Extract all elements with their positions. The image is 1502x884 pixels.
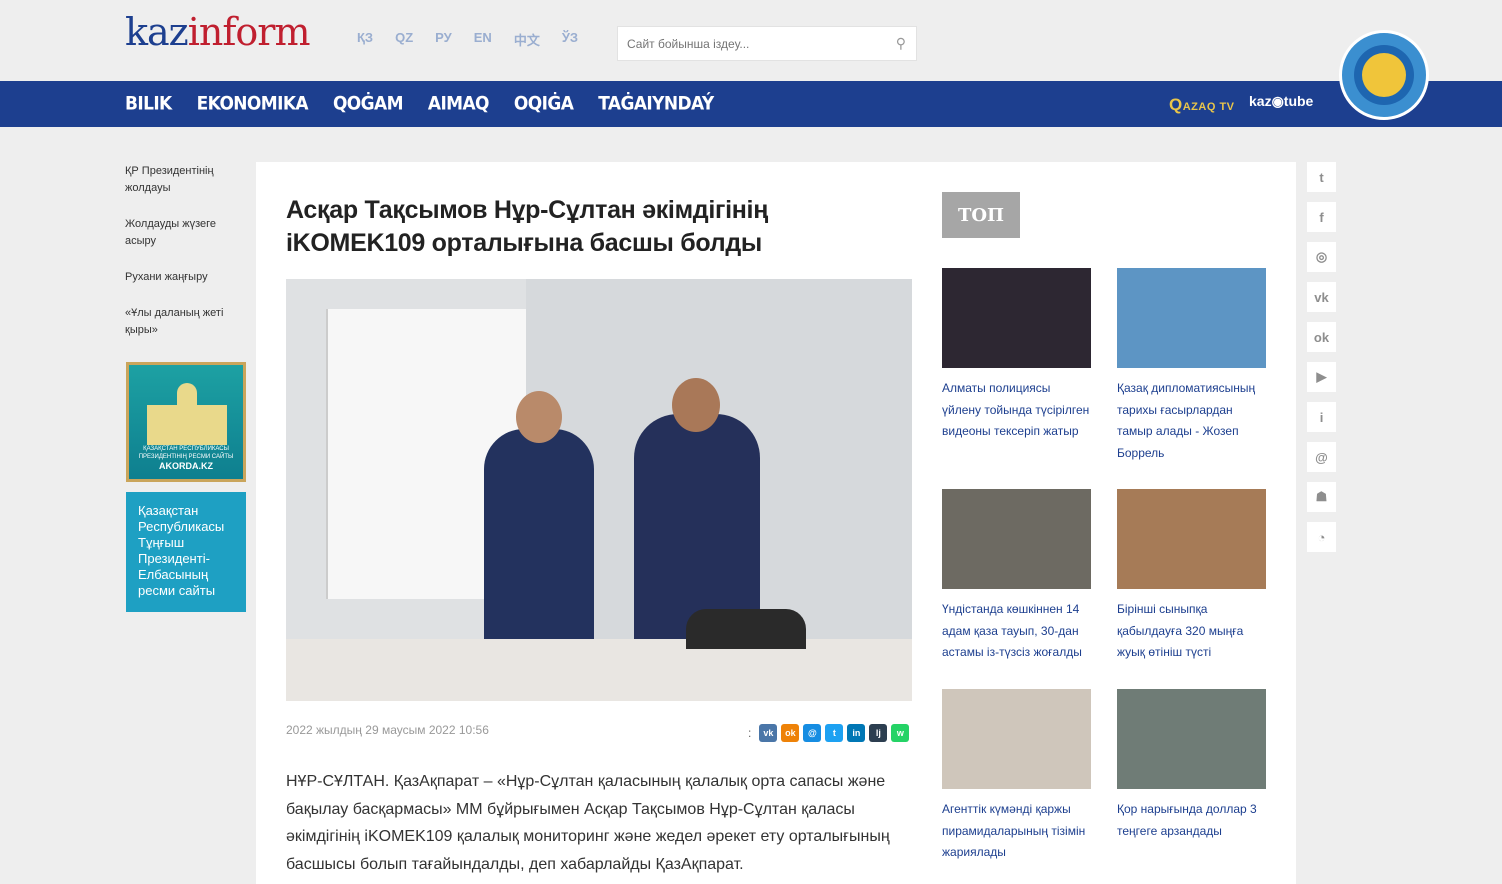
top-news-item[interactable]: Қор нарығында доллар 3 теңгеге арзандады	[1117, 689, 1267, 842]
top-news-thumbnail	[942, 689, 1091, 789]
odnoklassniki-icon[interactable]: ok	[1307, 322, 1336, 352]
sidebar-link-great-steppe[interactable]: «Ұлы даланың жеті қыры»	[125, 305, 235, 339]
nav-oqiga[interactable]: OQIĠA	[514, 93, 574, 115]
livejournal-share-icon[interactable]: lj	[869, 724, 888, 742]
logo-part-kaz: kaz	[125, 10, 189, 54]
share-separator: :	[748, 726, 752, 740]
sidebar-link-president-address[interactable]: ҚР Президентінің жолдауы	[125, 163, 235, 197]
top-news-caption[interactable]: Қор нарығында доллар 3 теңгеге арзандады	[1117, 799, 1267, 842]
top-news-item[interactable]: Үндістанда көшкіннен 14 адам қаза тауып,…	[942, 489, 1092, 664]
nav-ekonomika[interactable]: EKONOMIKA	[197, 93, 309, 115]
top-news-item[interactable]: Алматы полициясы үйлену тойында түсірілг…	[942, 268, 1092, 443]
vk-icon[interactable]: vk	[1307, 282, 1336, 312]
article-date: 2022 жылдың 29 маусым 2022 10:56	[286, 723, 489, 737]
ok-share-icon[interactable]: ok	[781, 724, 800, 742]
search-box: ⚲	[617, 26, 917, 61]
elbasy-banner[interactable]: Қазақстан Республикасы Тұңғыш Президенті…	[126, 492, 246, 612]
lang-kz[interactable]: ҚЗ	[357, 30, 373, 49]
qazaq-tv-logo-letter: Q	[1169, 95, 1183, 114]
article-title: Асқар Тақсымов Нұр-Сұлтан әкімдігінің iK…	[286, 196, 768, 257]
nav-tagaiynday[interactable]: TAĠAIYNDAÝ	[598, 93, 714, 115]
akorda-caption: ҚАЗАҚСТАН РЕСПУБЛИКАСЫ ПРЕЗИДЕНТІНІҢ РЕС…	[138, 446, 234, 460]
top-news-caption[interactable]: Үндістанда көшкіннен 14 адам қаза тауып,…	[942, 599, 1092, 664]
top-news-thumbnail	[942, 268, 1091, 368]
sidebar-link-rukhani-zhangyru[interactable]: Рухани жаңғыру	[125, 269, 235, 286]
facebook-icon[interactable]: f	[1307, 202, 1336, 232]
left-sidebar: ҚР Президентінің жолдауы Жолдауды жүзеге…	[125, 163, 235, 358]
top-news-caption[interactable]: Бірінші сыныпқа қабылдауға 320 мыңға жуы…	[1117, 599, 1267, 664]
top-news-item[interactable]: Бірінші сыныпқа қабылдауға 320 мыңға жуы…	[1117, 489, 1267, 664]
youtube-icon[interactable]: ▶	[1307, 362, 1336, 392]
akorda-site-label: AKORDA.KZ	[159, 461, 213, 471]
top-news-caption[interactable]: Қазақ дипломатиясының тарихы ғасырлардан…	[1117, 378, 1267, 464]
nav-bilik[interactable]: BILIK	[125, 93, 172, 115]
lang-en[interactable]: EN	[474, 30, 492, 49]
akorda-building-icon	[147, 383, 227, 445]
kazinform-logo[interactable]: kazinform	[125, 10, 311, 54]
qazaq-tv-label: AZAQ TV	[1182, 101, 1235, 113]
photo-table	[286, 639, 912, 701]
top-news-thumbnail	[1117, 489, 1266, 589]
linkedin-share-icon[interactable]: in	[847, 724, 866, 742]
top-news-label: ТОП	[942, 192, 1020, 238]
nav-qogam[interactable]: QOĠAM	[333, 93, 404, 115]
top-news-thumbnail	[1117, 268, 1266, 368]
lang-ru[interactable]: РУ	[435, 30, 452, 49]
social-links: t f ◎ vk ok ▶ i @ ☗ ◔	[1307, 162, 1336, 562]
qazaq-tv-link[interactable]: QAZAQ TV	[1169, 95, 1235, 115]
language-switcher: ҚЗ QZ РУ EN 中文 ЎЗ	[357, 30, 600, 49]
article-body: НҰР-СҰЛТАН. ҚазАқпарат – «Нұр-Сұлтан қал…	[286, 773, 890, 873]
top-bar: kazinform ҚЗ QZ РУ EN 中文 ЎЗ ⚲	[0, 0, 1502, 81]
lang-cn[interactable]: 中文	[514, 30, 540, 49]
top-news-thumbnail	[942, 489, 1091, 589]
top-news-caption[interactable]: Агенттік күмәнді қаржы пирамидаларының т…	[942, 799, 1092, 864]
presidential-emblem-badge[interactable]	[1339, 30, 1429, 120]
sidebar-link-address-implementation[interactable]: Жолдауды жүзеге асыру	[125, 216, 235, 250]
photo-chair	[686, 609, 806, 649]
share-bar: : vk ok @ t in lj w	[748, 724, 913, 742]
top-news-thumbnail	[1117, 689, 1266, 789]
instagram-icon[interactable]: ◎	[1307, 242, 1336, 272]
top-news-item[interactable]: Агенттік күмәнді қаржы пирамидаларының т…	[942, 689, 1092, 864]
search-input[interactable]	[618, 27, 878, 60]
top-news-caption[interactable]: Алматы полициясы үйлену тойында түсірілг…	[942, 378, 1092, 443]
search-icon[interactable]: ⚲	[896, 35, 906, 52]
info-icon[interactable]: i	[1307, 402, 1336, 432]
mailru-share-icon[interactable]: @	[803, 724, 822, 742]
lang-qz[interactable]: QZ	[395, 30, 413, 49]
email-icon[interactable]: @	[1307, 442, 1336, 472]
nav-aimaq[interactable]: AIMAQ	[428, 93, 490, 115]
lang-uz[interactable]: ЎЗ	[562, 30, 578, 49]
akorda-banner[interactable]: ҚАЗАҚСТАН РЕСПУБЛИКАСЫ ПРЕЗИДЕНТІНІҢ РЕС…	[126, 362, 246, 482]
article-photo	[286, 279, 912, 701]
android-icon[interactable]: ☗	[1307, 482, 1336, 512]
twitter-share-icon[interactable]: t	[825, 724, 844, 742]
twitter-icon[interactable]: t	[1307, 162, 1336, 192]
logo-part-inform: inform	[187, 10, 311, 54]
content-card: Асқар Тақсымов Нұр-Сұлтан әкімдігінің iK…	[256, 162, 1296, 884]
vk-share-icon[interactable]: vk	[759, 724, 778, 742]
top-news-item[interactable]: Қазақ дипломатиясының тарихы ғасырлардан…	[1117, 268, 1267, 464]
rss-icon[interactable]: ◔	[1307, 522, 1336, 552]
snow-leopard-icon	[1362, 53, 1406, 97]
whatsapp-share-icon[interactable]: w	[891, 724, 910, 742]
kaztube-link[interactable]: kaz◉tube	[1249, 93, 1313, 110]
